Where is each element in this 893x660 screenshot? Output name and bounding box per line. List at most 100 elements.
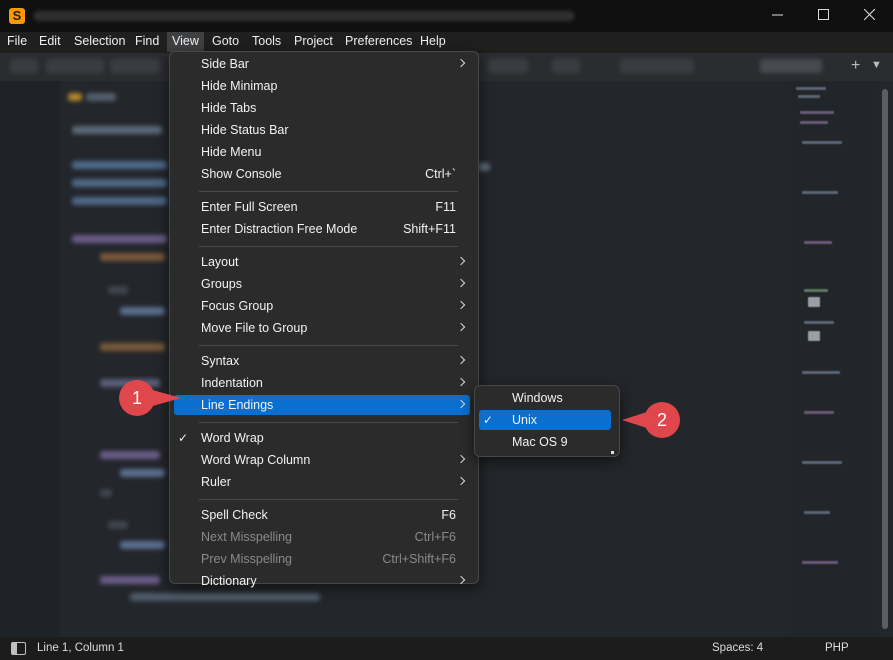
minimap-line xyxy=(798,95,820,98)
menu-bar: File Edit Selection Find View Goto Tools… xyxy=(0,32,893,52)
code-line xyxy=(478,163,490,171)
tab-overflow-icon[interactable]: ▼ xyxy=(871,59,882,71)
line-endings-submenu: Windows ✓ Unix Mac OS 9 xyxy=(474,385,620,457)
menu-item-shortcut: F11 xyxy=(435,200,456,214)
menu-help[interactable]: Help xyxy=(415,32,451,52)
menu-item-enter-full-screen[interactable]: Enter Full Screen F11 xyxy=(174,197,470,217)
minimap[interactable] xyxy=(790,81,878,637)
code-line xyxy=(72,161,167,169)
code-line xyxy=(120,541,165,549)
code-line xyxy=(68,93,82,101)
menu-item-hide-status-bar[interactable]: Hide Status Bar xyxy=(174,120,470,140)
menu-item-label: Windows xyxy=(512,391,563,405)
app-logo-icon: S xyxy=(9,8,25,24)
menu-item-hide-minimap[interactable]: Hide Minimap xyxy=(174,76,470,96)
submenu-arrow-icon xyxy=(456,377,466,387)
close-button[interactable] xyxy=(846,0,892,32)
minimap-line xyxy=(808,297,820,307)
minimap-line xyxy=(804,411,834,414)
sidebar-toggle-icon[interactable] xyxy=(11,642,26,655)
menu-find[interactable]: Find xyxy=(130,32,164,52)
tab-blurred[interactable] xyxy=(46,59,104,73)
menu-item-prev-misspelling[interactable]: Prev Misspelling Ctrl+Shift+F6 xyxy=(174,549,470,569)
menu-item-line-endings[interactable]: Line Endings xyxy=(174,395,470,415)
callout-1-number: 1 xyxy=(132,388,142,408)
minimap-line xyxy=(802,461,842,464)
menu-item-shortcut: Ctrl+` xyxy=(425,167,456,181)
minimap-line xyxy=(808,331,820,341)
tab-blurred[interactable] xyxy=(110,59,160,73)
menu-item-label: Show Console xyxy=(201,167,282,181)
menu-view[interactable]: View xyxy=(167,32,204,52)
menu-item-spell-check[interactable]: Spell Check F6 xyxy=(174,505,470,525)
minimap-line xyxy=(796,87,826,90)
menu-item-layout[interactable]: Layout xyxy=(174,252,470,272)
indentation-status[interactable]: Spaces: 4 xyxy=(712,642,763,654)
submenu-arrow-icon xyxy=(456,256,466,266)
menu-item-label: Hide Status Bar xyxy=(201,123,289,137)
menu-item-unix[interactable]: ✓ Unix xyxy=(479,410,611,430)
minimap-line xyxy=(804,511,830,514)
menu-item-label: Syntax xyxy=(201,354,240,368)
menu-item-move-file-to-group[interactable]: Move File to Group xyxy=(174,318,470,338)
menu-edit[interactable]: Edit xyxy=(34,32,66,52)
menu-item-indentation[interactable]: Indentation xyxy=(174,373,470,393)
tab-active-blurred[interactable] xyxy=(760,59,822,73)
menu-item-word-wrap-column[interactable]: Word Wrap Column xyxy=(174,450,470,470)
tab-blurred[interactable] xyxy=(620,59,694,73)
minimize-button[interactable] xyxy=(754,0,800,32)
tab-blurred[interactable] xyxy=(488,59,528,73)
menu-item-ruler[interactable]: Ruler xyxy=(174,472,470,492)
menu-item-label: Side Bar xyxy=(201,57,249,71)
menu-separator xyxy=(199,345,458,346)
new-tab-icon[interactable]: + xyxy=(851,57,860,75)
maximize-button[interactable] xyxy=(800,0,846,32)
syntax-status[interactable]: PHP xyxy=(825,642,849,654)
menu-item-mac-os-9[interactable]: Mac OS 9 xyxy=(479,432,611,452)
minimap-line xyxy=(804,289,828,292)
menu-item-hide-menu[interactable]: Hide Menu xyxy=(174,142,470,162)
code-line xyxy=(86,93,116,101)
menu-tools[interactable]: Tools xyxy=(247,32,286,52)
menu-goto[interactable]: Goto xyxy=(207,32,244,52)
menu-item-syntax[interactable]: Syntax xyxy=(174,351,470,371)
menu-item-shortcut: Shift+F11 xyxy=(403,222,456,236)
menu-item-hide-tabs[interactable]: Hide Tabs xyxy=(174,98,470,118)
code-line xyxy=(72,126,162,134)
minimap-line xyxy=(802,141,842,144)
menu-item-label: Enter Distraction Free Mode xyxy=(201,222,358,236)
menu-item-next-misspelling[interactable]: Next Misspelling Ctrl+F6 xyxy=(174,527,470,547)
menu-item-dictionary[interactable]: Dictionary xyxy=(174,571,470,591)
menu-item-label: Word Wrap Column xyxy=(201,453,311,467)
minimap-line xyxy=(804,241,832,244)
menu-item-label: Prev Misspelling xyxy=(201,552,293,566)
menu-item-label: Focus Group xyxy=(201,299,274,313)
minimap-line xyxy=(802,371,840,374)
submenu-arrow-icon xyxy=(456,300,466,310)
menu-selection[interactable]: Selection xyxy=(69,32,130,52)
window-title-blurred xyxy=(34,11,574,21)
menu-item-side-bar[interactable]: Side Bar xyxy=(174,54,470,74)
menu-item-focus-group[interactable]: Focus Group xyxy=(174,296,470,316)
menu-item-label: Groups xyxy=(201,277,242,291)
menu-item-show-console[interactable]: Show Console Ctrl+` xyxy=(174,164,470,184)
menu-item-shortcut: F6 xyxy=(441,508,456,522)
menu-preferences[interactable]: Preferences xyxy=(340,32,417,52)
minimap-line xyxy=(802,561,838,564)
scrollbar-thumb[interactable] xyxy=(882,89,888,629)
submenu-arrow-icon xyxy=(456,476,466,486)
menu-item-word-wrap[interactable]: ✓ Word Wrap xyxy=(174,428,470,448)
menu-file[interactable]: File xyxy=(2,32,32,52)
menu-item-shortcut: Ctrl+Shift+F6 xyxy=(382,552,456,566)
menu-project[interactable]: Project xyxy=(289,32,338,52)
status-bar: Line 1, Column 1 Spaces: 4 PHP xyxy=(0,637,893,660)
menu-item-windows[interactable]: Windows xyxy=(479,388,611,408)
tab-blurred[interactable] xyxy=(10,59,38,73)
cursor-position[interactable]: Line 1, Column 1 xyxy=(37,642,124,654)
menu-item-label: Line Endings xyxy=(201,398,274,412)
code-line xyxy=(100,253,165,261)
submenu-arrow-icon xyxy=(456,58,466,68)
menu-item-groups[interactable]: Groups xyxy=(174,274,470,294)
tab-blurred[interactable] xyxy=(552,59,580,73)
menu-item-enter-distraction-free-mode[interactable]: Enter Distraction Free Mode Shift+F11 xyxy=(174,219,470,239)
